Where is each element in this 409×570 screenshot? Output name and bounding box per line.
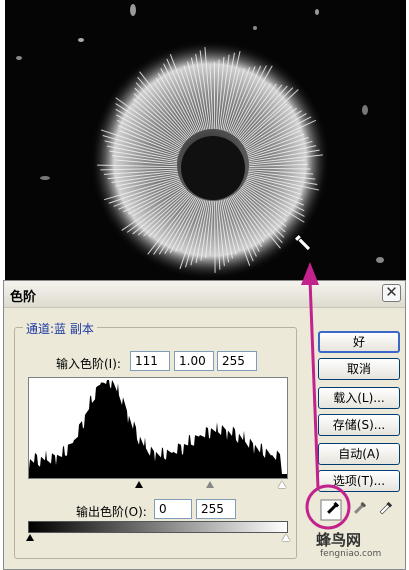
watermark-sub: fengniao.com bbox=[320, 549, 382, 559]
annotation-overlay bbox=[301, 262, 351, 530]
watermark: 蜂鸟网 fengniao.com bbox=[316, 529, 406, 569]
watermark-text: 蜂鸟网 bbox=[316, 531, 362, 549]
